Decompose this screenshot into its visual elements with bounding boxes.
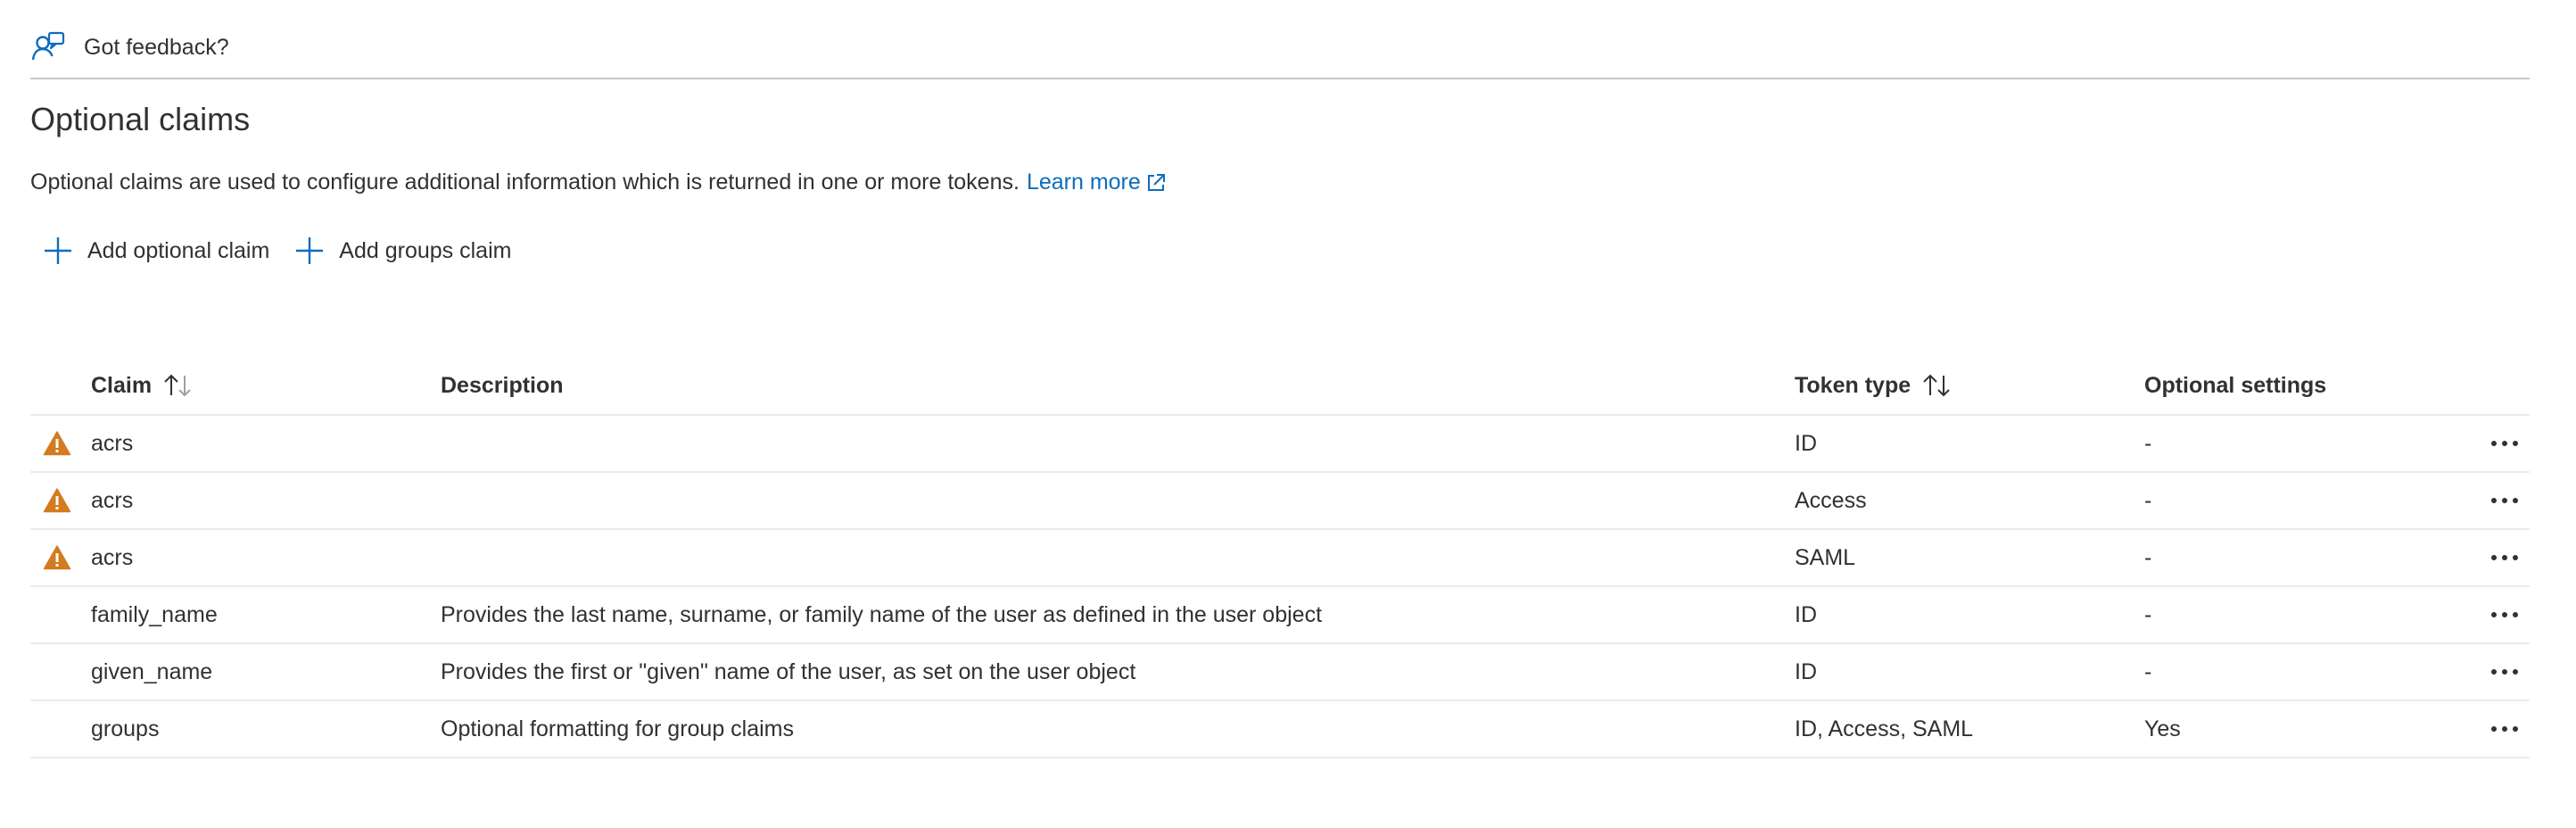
- token-type-cell: ID: [1795, 601, 1817, 627]
- table-row[interactable]: family_name Provides the last name, surn…: [30, 587, 2530, 644]
- table-row[interactable]: groups Optional formatting for group cla…: [30, 701, 2530, 758]
- table-row[interactable]: given_name Provides the first or "given"…: [30, 644, 2530, 701]
- more-icon: [2491, 555, 2518, 560]
- feedback-label: Got feedback?: [84, 34, 229, 60]
- claim-cell: acrs: [91, 430, 134, 456]
- learn-more-label: Learn more: [1026, 170, 1141, 195]
- claim-cell: acrs: [91, 544, 134, 570]
- page-title: Optional claims: [30, 101, 251, 137]
- sort-icon: [1923, 374, 1950, 397]
- description-text: Optional claims are used to configure ad…: [30, 170, 1020, 195]
- plus-icon: [45, 237, 71, 264]
- table-row[interactable]: acrs ID -: [30, 416, 2530, 473]
- more-actions-button[interactable]: [2485, 701, 2524, 757]
- add-optional-claim-button[interactable]: Add optional claim: [30, 230, 282, 271]
- more-icon: [2491, 498, 2518, 503]
- column-header-claim-label: Claim: [91, 372, 153, 398]
- more-actions-button[interactable]: [2485, 530, 2524, 585]
- page-description: Optional claims are used to configure ad…: [30, 170, 1168, 195]
- optional-settings-cell: -: [2144, 430, 2152, 456]
- optional-settings-cell: -: [2144, 601, 2152, 627]
- optional-settings-cell: Yes: [2144, 716, 2181, 741]
- warning-icon: [43, 488, 71, 513]
- more-actions-button[interactable]: [2485, 587, 2524, 642]
- plus-icon: [296, 237, 324, 264]
- warning-cell: [43, 530, 71, 585]
- command-bar: Add optional claim Add groups claim: [30, 230, 524, 271]
- add-groups-claim-label: Add groups claim: [339, 237, 512, 263]
- more-icon: [2491, 669, 2518, 675]
- table-header: Claim Description Token type Optional se…: [30, 357, 2530, 416]
- column-header-claim[interactable]: Claim: [91, 357, 196, 414]
- optional-settings-cell: -: [2144, 487, 2152, 513]
- more-actions-button[interactable]: [2485, 416, 2524, 471]
- table-row[interactable]: acrs SAML -: [30, 530, 2530, 587]
- external-link-icon: [1147, 173, 1165, 191]
- add-groups-claim-button[interactable]: Add groups claim: [282, 230, 524, 271]
- column-header-optional-settings-label: Optional settings: [2144, 372, 2327, 398]
- token-type-cell: ID: [1795, 430, 1817, 456]
- feedback-person-icon: [31, 31, 65, 61]
- claim-cell: given_name: [91, 658, 213, 684]
- token-type-cell: SAML: [1795, 544, 1856, 570]
- more-icon: [2491, 441, 2518, 446]
- column-header-description: Description: [441, 357, 564, 414]
- optional-settings-cell: -: [2144, 658, 2152, 684]
- description-cell: Optional formatting for group claims: [441, 716, 795, 741]
- more-actions-button[interactable]: [2485, 473, 2524, 528]
- token-type-cell: Access: [1795, 487, 1867, 513]
- column-header-description-label: Description: [441, 372, 564, 398]
- claim-cell: family_name: [91, 601, 218, 627]
- learn-more-link[interactable]: Learn more: [1027, 170, 1168, 195]
- claims-table: Claim Description Token type Optional se…: [30, 357, 2530, 758]
- warning-cell: [43, 416, 71, 471]
- more-actions-button[interactable]: [2485, 644, 2524, 700]
- more-icon: [2491, 612, 2518, 617]
- sort-ascending-icon: [164, 374, 191, 397]
- column-header-token-type[interactable]: Token type: [1795, 357, 1955, 414]
- warning-icon: [43, 545, 71, 570]
- header-divider: [30, 78, 2530, 79]
- table-row[interactable]: acrs Access -: [30, 473, 2530, 530]
- token-type-cell: ID, Access, SAML: [1795, 716, 1974, 741]
- optional-settings-cell: -: [2144, 544, 2152, 570]
- token-type-cell: ID: [1795, 658, 1817, 684]
- warning-cell: [43, 473, 71, 528]
- claim-cell: acrs: [91, 487, 134, 513]
- description-cell: Provides the last name, surname, or fami…: [441, 601, 1323, 627]
- claim-cell: groups: [91, 716, 160, 741]
- add-optional-claim-label: Add optional claim: [87, 237, 270, 263]
- description-cell: Provides the first or "given" name of th…: [441, 658, 1136, 684]
- feedback-button[interactable]: Got feedback?: [30, 25, 229, 70]
- more-icon: [2491, 726, 2518, 732]
- warning-icon: [43, 431, 71, 456]
- table-body: acrs ID - acrs Access - acrs SAML - fami…: [30, 416, 2530, 758]
- column-header-token-type-label: Token type: [1795, 372, 1911, 398]
- column-header-optional-settings: Optional settings: [2144, 357, 2326, 414]
